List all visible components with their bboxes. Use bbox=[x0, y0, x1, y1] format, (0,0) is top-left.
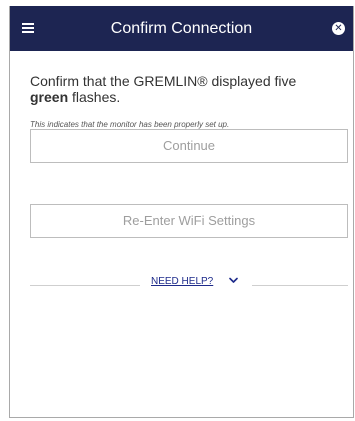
chevron-down-icon[interactable] bbox=[229, 276, 238, 285]
help-row: NEED HELP? bbox=[30, 274, 348, 290]
prompt-emphasis: green bbox=[30, 89, 69, 105]
page-title: Confirm Connection bbox=[110, 20, 253, 37]
close-icon[interactable]: ✕ bbox=[332, 22, 345, 35]
reenter-wifi-settings-button[interactable]: Re-Enter WiFi Settings bbox=[30, 204, 348, 238]
setup-note: This indicates that the monitor has been… bbox=[30, 120, 230, 129]
divider bbox=[30, 285, 140, 286]
hamburger-menu-icon[interactable] bbox=[22, 23, 34, 34]
prompt-text: Confirm that the GREMLIN® displayed five bbox=[30, 73, 297, 89]
need-help-link[interactable]: NEED HELP? bbox=[151, 276, 213, 287]
continue-button[interactable]: Continue bbox=[30, 129, 348, 163]
confirmation-prompt: Confirm that the GREMLIN® displayed five… bbox=[30, 73, 330, 105]
prompt-suffix: flashes. bbox=[72, 89, 121, 105]
divider bbox=[252, 285, 348, 286]
title-bar: Confirm Connection ✕ bbox=[10, 6, 353, 51]
confirm-connection-dialog: Confirm Connection ✕ Confirm that the GR… bbox=[9, 6, 354, 418]
